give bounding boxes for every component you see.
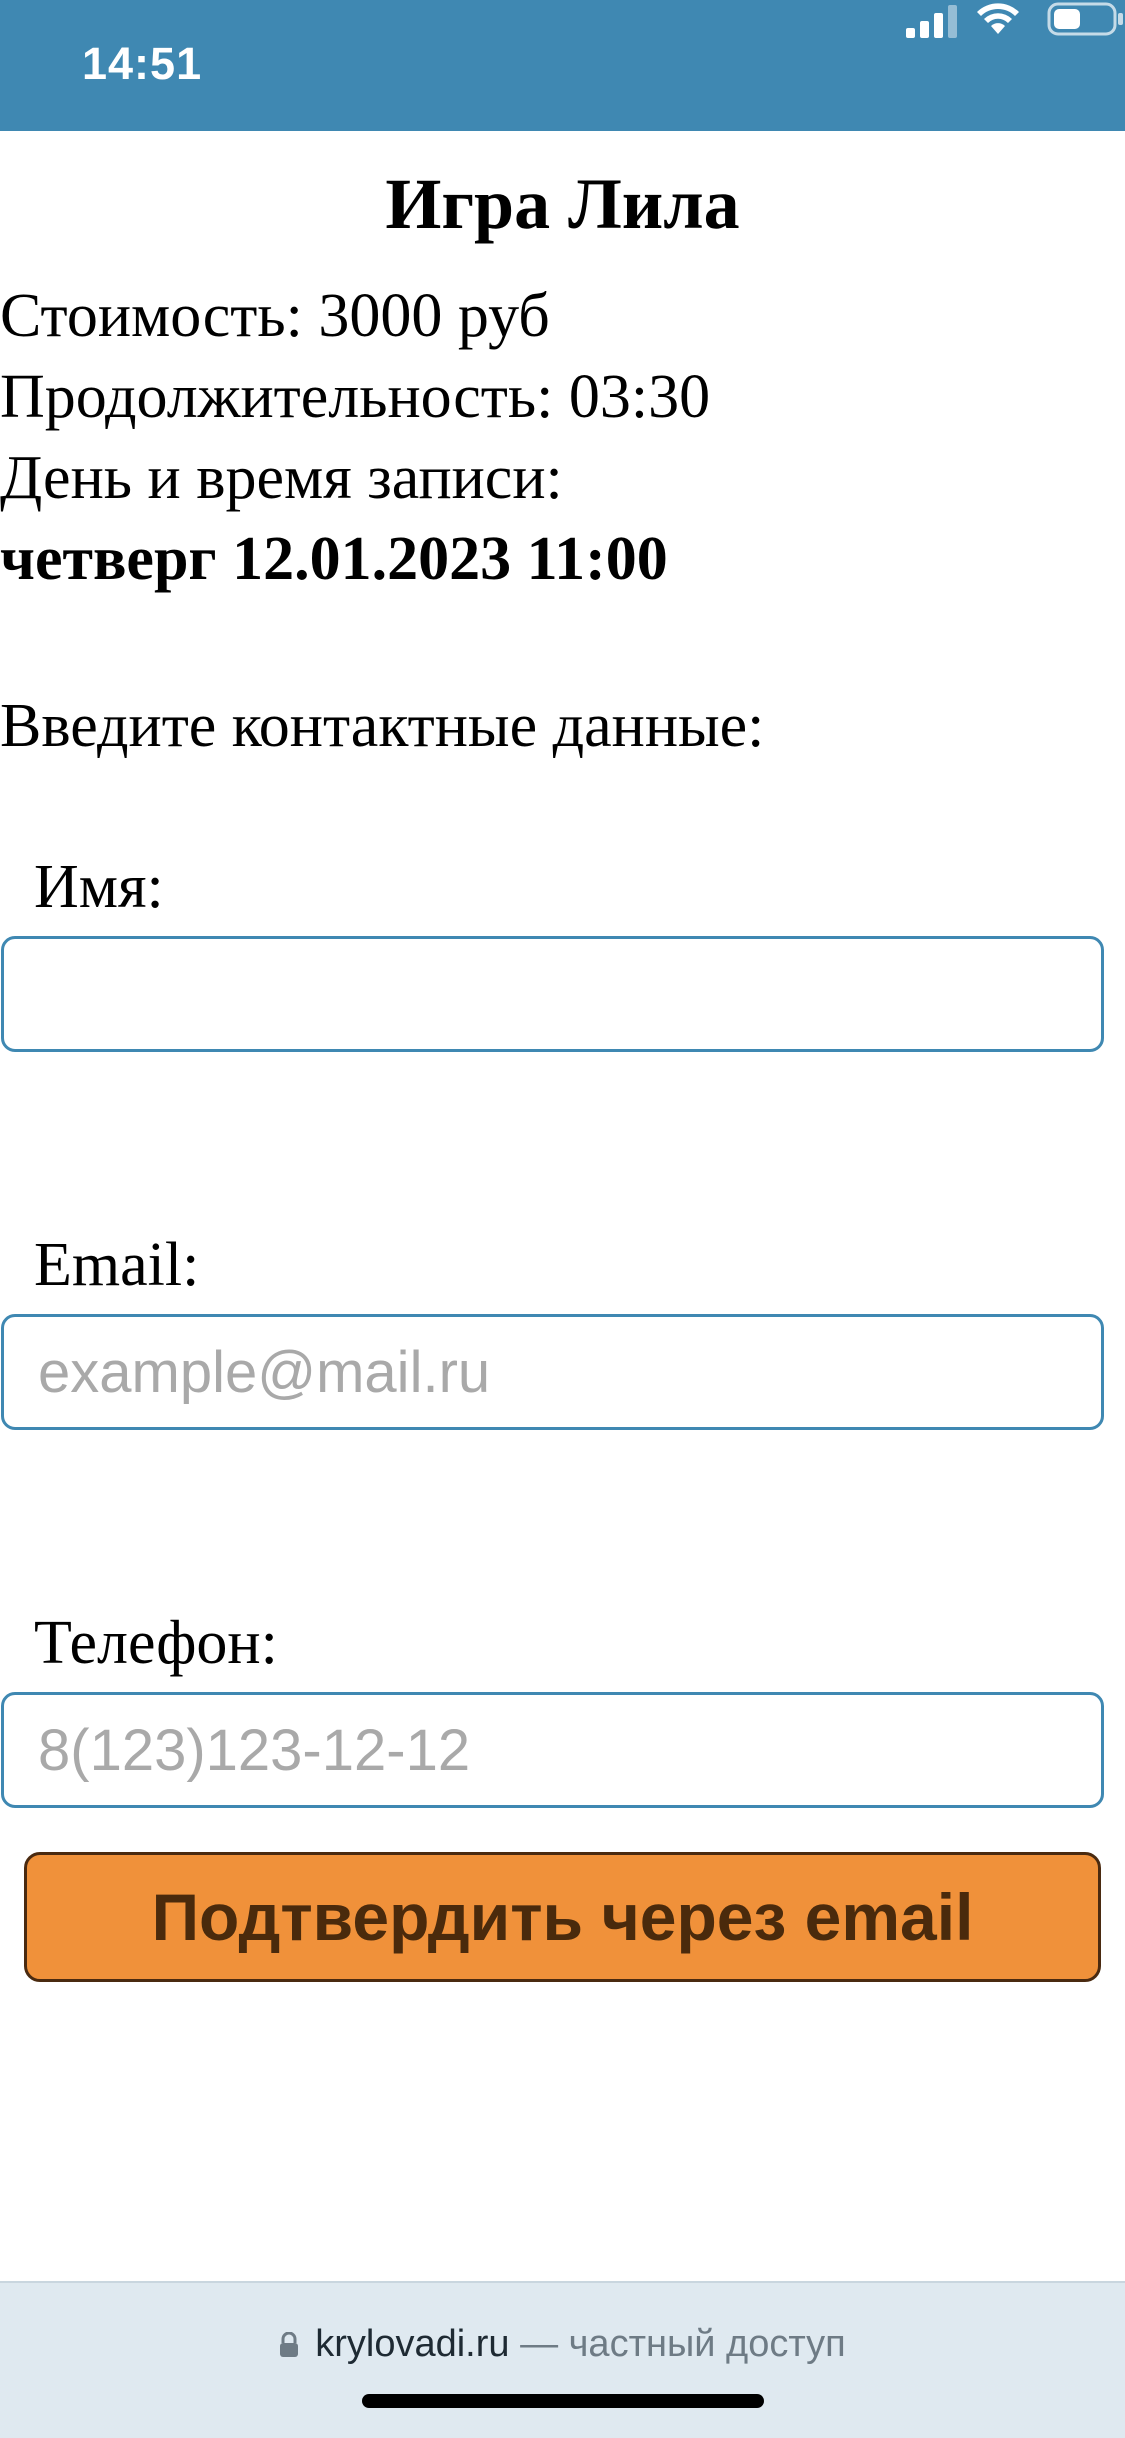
page-title: Игра Лила — [385, 164, 740, 244]
name-label: Имя: — [34, 853, 164, 921]
phone-label: Телефон: — [34, 1609, 278, 1677]
lock-icon — [280, 2332, 299, 2357]
name-input[interactable] — [1, 936, 1104, 1052]
browser-address-bar[interactable]: krylovadi.ru — частный доступ — [0, 2281, 1125, 2438]
address-suffix: — частный доступ — [509, 2323, 846, 2365]
address-text[interactable]: krylovadi.ru — частный доступ — [0, 2323, 1125, 2366]
wifi-icon — [977, 3, 1019, 34]
email-label: Email: — [34, 1231, 200, 1299]
email-input[interactable] — [1, 1314, 1104, 1430]
status-bar: 14:51 — [0, 0, 1125, 131]
contact-prompt: Введите контактные данные: — [0, 692, 765, 760]
confirm-email-button[interactable]: Подтвердить через email — [24, 1852, 1101, 1982]
cost-text: Стоимость: 3000 руб — [0, 282, 550, 350]
home-indicator — [362, 2394, 764, 2408]
booking-label: День и время записи: — [0, 444, 563, 512]
status-time: 14:51 — [82, 38, 203, 89]
duration-text: Продолжительность: 03:30 — [0, 363, 711, 431]
booking-info: Стоимость: 3000 руб Продолжительность: 0… — [0, 276, 710, 600]
booking-datetime: четверг 12.01.2023 11:00 — [0, 525, 668, 593]
phone-input[interactable] — [1, 1692, 1104, 1808]
address-domain: krylovadi.ru — [315, 2323, 510, 2365]
signal-icon — [906, 5, 957, 38]
battery-icon — [1047, 2, 1123, 36]
